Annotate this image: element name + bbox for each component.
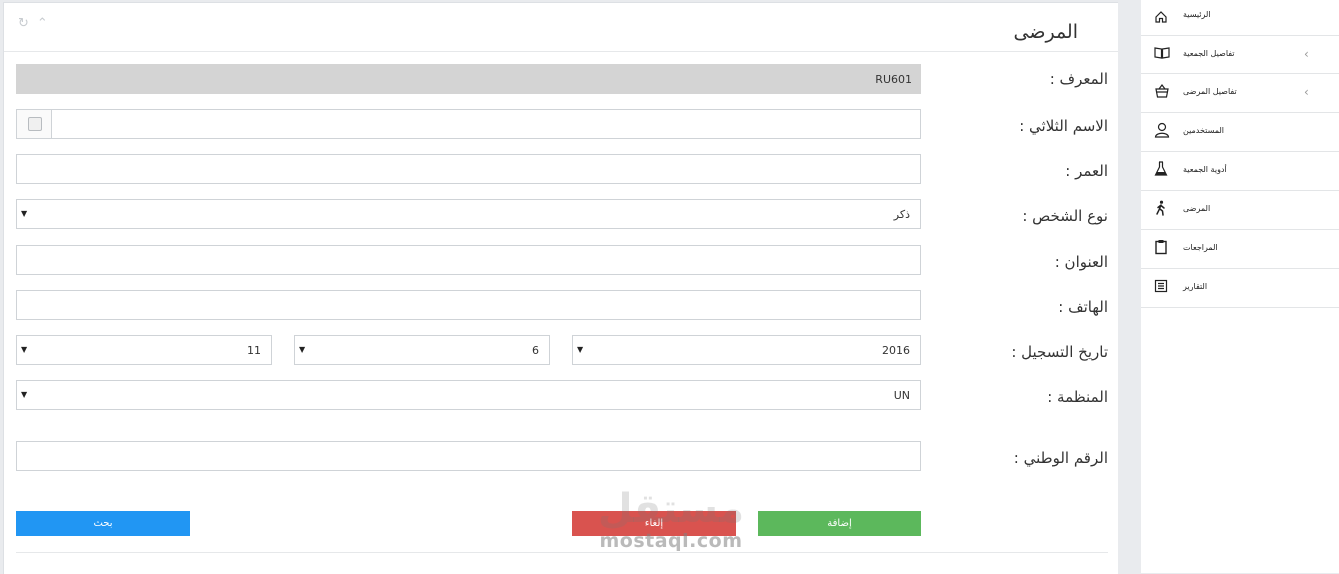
sidebar: الرئيسية تفاصيل الجمعية ‹ تفاصيل المرضى … <box>1141 0 1339 573</box>
sidebar-item-label: تفاصيل المرضى <box>1183 87 1237 96</box>
reg-year-value: 2016 <box>882 344 910 357</box>
chevron-up-icon[interactable]: ⌃ <box>37 16 48 31</box>
id-field: RU601 <box>16 64 921 94</box>
address-label: العنوان : <box>1054 253 1108 271</box>
user-icon <box>1154 122 1170 138</box>
clipboard-icon <box>1154 239 1170 255</box>
report-list-icon <box>1154 278 1170 294</box>
sidebar-item-label: المستخدمين <box>1183 126 1224 135</box>
reg-month-select[interactable]: ▼ 6 <box>294 335 550 365</box>
refresh-icon[interactable]: ↻ <box>18 16 29 31</box>
sidebar-item-users[interactable]: المستخدمين <box>1141 113 1339 152</box>
patients-panel: ↻ ⌃ المرضى المعرف : RU601 الاسم الثلاثي … <box>3 2 1118 574</box>
sidebar-item-patients[interactable]: المرضى <box>1141 191 1339 230</box>
basket-icon <box>1154 83 1170 99</box>
gender-value: ذكر <box>893 208 910 221</box>
sidebar-item-home[interactable]: الرئيسية <box>1141 0 1339 36</box>
sidebar-item-association-details[interactable]: تفاصيل الجمعية ‹ <box>1141 36 1339 74</box>
panel-tools: ↻ ⌃ <box>18 16 48 31</box>
age-input[interactable] <box>16 154 921 184</box>
cancel-button[interactable]: إلغاء <box>572 511 736 536</box>
gender-label: نوع الشخص : <box>1022 207 1108 225</box>
caret-down-icon: ▼ <box>21 209 28 218</box>
footer-divider <box>16 552 1108 553</box>
org-value: UN <box>893 389 910 402</box>
reg-year-select[interactable]: ▼ 2016 <box>572 335 921 365</box>
name-checkbox-addon <box>17 110 52 138</box>
sidebar-item-reviews[interactable]: المراجعات <box>1141 230 1339 269</box>
sidebar-item-label: المراجعات <box>1183 243 1218 252</box>
gender-select[interactable]: ▼ ذكر <box>16 199 921 229</box>
chevron-left-icon: ‹ <box>1304 85 1309 99</box>
national-number-input[interactable] <box>16 441 921 471</box>
book-icon <box>1154 45 1170 61</box>
name-label: الاسم الثلاثي : <box>1019 117 1108 135</box>
sidebar-item-medicines[interactable]: أدوية الجمعية <box>1141 152 1339 191</box>
home-icon <box>1154 9 1170 25</box>
sidebar-item-label: تفاصيل الجمعية <box>1183 49 1235 58</box>
sidebar-item-patient-details[interactable]: تفاصيل المرضى ‹ <box>1141 74 1339 113</box>
caret-down-icon: ▼ <box>21 390 28 399</box>
sidebar-item-label: الرئيسية <box>1183 10 1211 19</box>
regdate-label: تاريخ التسجيل : <box>1011 343 1108 361</box>
reg-day-select[interactable]: ▼ 11 <box>16 335 272 365</box>
header-divider <box>4 51 1118 52</box>
sidebar-item-label: التقارير <box>1183 282 1208 291</box>
national-label: الرقم الوطني : <box>1013 449 1108 467</box>
caret-down-icon: ▼ <box>577 345 584 354</box>
phone-input[interactable] <box>16 290 921 320</box>
age-label: العمر : <box>1065 162 1108 180</box>
phone-label: الهاتف : <box>1058 298 1108 316</box>
id-label: المعرف : <box>1049 70 1108 88</box>
caret-down-icon: ▼ <box>21 345 28 354</box>
sidebar-item-label: أدوية الجمعية <box>1183 165 1227 174</box>
flask-icon <box>1154 161 1170 177</box>
name-input[interactable] <box>16 109 921 139</box>
chevron-left-icon: ‹ <box>1304 47 1309 61</box>
name-checkbox[interactable] <box>28 117 42 131</box>
id-value: RU601 <box>875 73 912 86</box>
org-label: المنظمة : <box>1047 388 1108 406</box>
org-select[interactable]: ▼ UN <box>16 380 921 410</box>
page-title: المرضى <box>1013 21 1078 43</box>
sidebar-item-reports[interactable]: التقارير <box>1141 269 1339 308</box>
sidebar-item-label: المرضى <box>1183 204 1211 213</box>
caret-down-icon: ▼ <box>299 345 306 354</box>
reg-day-value: 11 <box>247 344 261 357</box>
search-button[interactable]: بحث <box>16 511 190 536</box>
walking-person-icon <box>1154 200 1170 216</box>
reg-month-value: 6 <box>532 344 539 357</box>
add-button[interactable]: إضافة <box>758 511 921 536</box>
address-input[interactable] <box>16 245 921 275</box>
